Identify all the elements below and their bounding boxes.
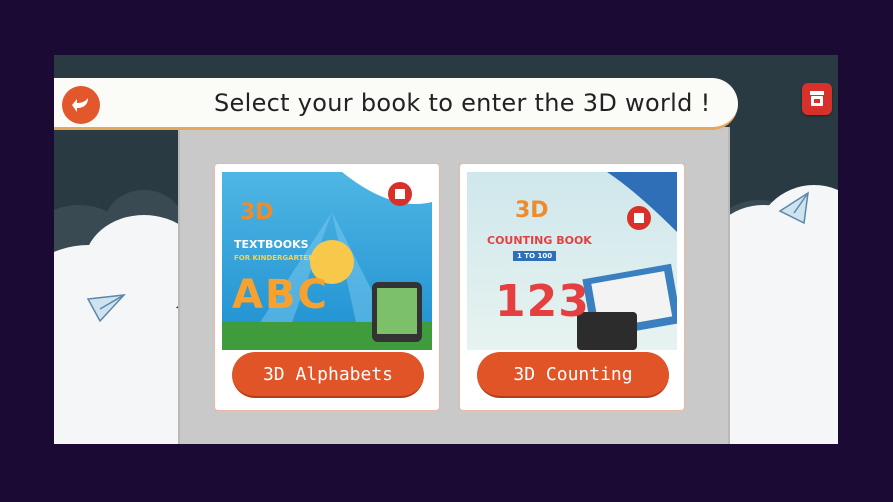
cover-big-numbers: 123 xyxy=(495,276,590,327)
book-cover-alphabets[interactable]: 3D TEXTBOOKS FOR KINDERGARTEN ABC xyxy=(222,172,432,350)
cover-title-main: TEXTBOOKS xyxy=(234,238,309,251)
app-screen: Select your book to enter the 3D world ! xyxy=(54,55,838,444)
book-cover-counting[interactable]: 3D COUNTING BOOK 1 TO 100 123 xyxy=(467,172,677,350)
cover-subtitle: FOR KINDERGARTEN xyxy=(234,254,315,262)
cover-title-main: COUNTING BOOK xyxy=(487,234,592,247)
cover-subtitle: 1 TO 100 xyxy=(513,251,557,261)
cover-title-3d: 3D xyxy=(515,198,549,223)
open-book-button[interactable]: 3D Counting xyxy=(477,352,669,398)
cover-big-letters: ABC xyxy=(232,272,329,318)
paper-plane-icon xyxy=(86,294,126,323)
paper-plane-icon xyxy=(778,191,809,225)
cover-title-3d: 3D xyxy=(240,200,274,225)
store-button[interactable] xyxy=(802,83,832,115)
header-bar: Select your book to enter the 3D world ! xyxy=(54,78,738,130)
book-card-alphabets[interactable]: 3D TEXTBOOKS FOR KINDERGARTEN ABC 3D Alp… xyxy=(214,163,440,411)
book-card-counting[interactable]: 3D COUNTING BOOK 1 TO 100 123 3D Countin… xyxy=(459,163,685,411)
store-icon xyxy=(810,91,824,106)
back-arrow-icon xyxy=(72,98,88,112)
open-book-button[interactable]: 3D Alphabets xyxy=(232,352,424,398)
back-button[interactable] xyxy=(62,86,100,124)
page-title: Select your book to enter the 3D world ! xyxy=(214,89,711,117)
